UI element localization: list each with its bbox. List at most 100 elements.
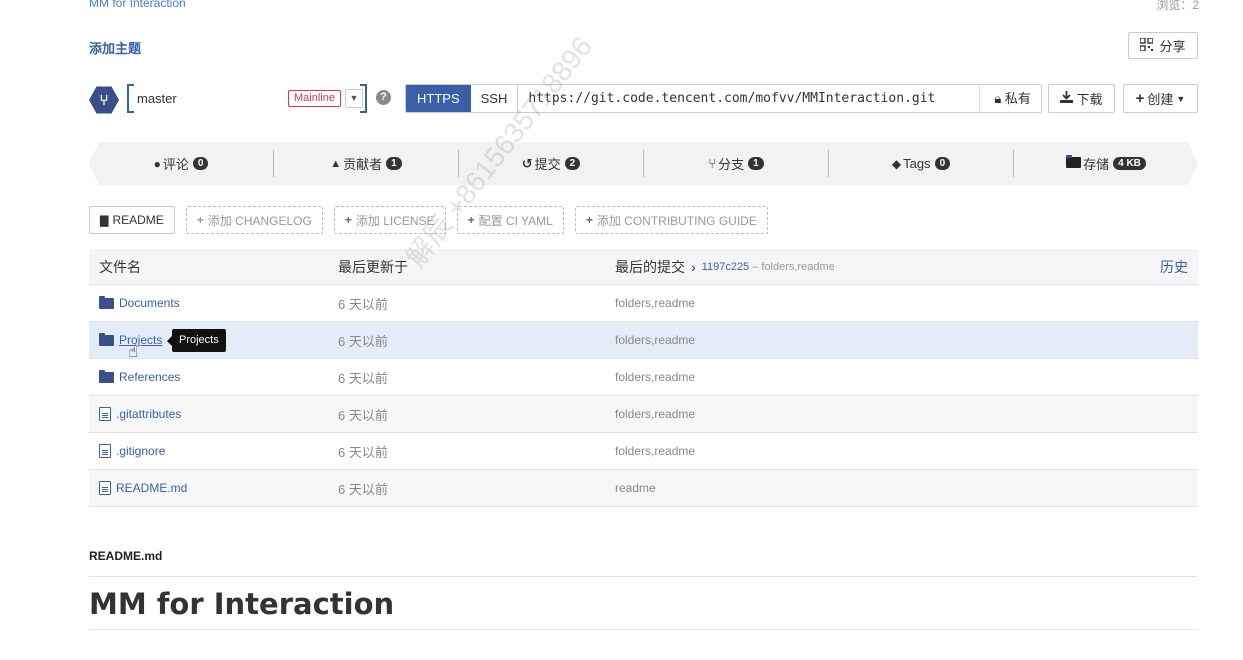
branch-selector[interactable]: master Mainline ▼ [127, 84, 367, 113]
stat-comments[interactable]: ● 评论 0 [89, 150, 274, 177]
config-ci-button[interactable]: + 配置 CI YAML [456, 206, 564, 234]
file-name[interactable]: References [119, 370, 180, 384]
download-icon [1060, 91, 1074, 106]
stat-label: Tags [903, 156, 931, 171]
stat-label: 提交 [534, 157, 561, 172]
last-commit-message: – folders,readme [752, 260, 835, 273]
repo-breadcrumb[interactable]: MM for Interaction [89, 0, 186, 10]
commit-message[interactable]: readme [615, 481, 656, 495]
download-label: 下载 [1076, 92, 1103, 107]
stat-storage[interactable]: 存储 4 KB [1014, 150, 1198, 177]
col-updated-header: 最后更新于 [338, 258, 408, 275]
add-topic-link[interactable]: 添加主题 [89, 38, 141, 57]
clone-url-input[interactable]: https://git.code.tencent.com/mofvv/MMInt… [518, 85, 981, 112]
mainline-badge: Mainline [288, 90, 341, 107]
plus-icon: + [344, 213, 352, 227]
commit-message[interactable]: folders,readme [615, 444, 695, 458]
table-row[interactable]: README.md 6 天以前 readme [89, 470, 1198, 507]
stat-branches[interactable]: ⑂ 分支 1 [644, 150, 829, 177]
caret-down-icon: ▼ [1176, 93, 1186, 104]
updated-time: 6 天以前 [338, 481, 388, 497]
commit-message[interactable]: folders,readme [615, 333, 695, 347]
plus-icon: + [1135, 90, 1145, 107]
folder-icon [1066, 155, 1082, 171]
private-indicator: 🔒︎ 私有 [980, 85, 1041, 112]
folder-icon [99, 295, 114, 309]
commit-message[interactable]: folders,readme [615, 296, 695, 310]
config-ci-label: 配置 CI YAML [478, 213, 553, 228]
updated-time: 6 天以前 [338, 444, 388, 460]
help-icon[interactable]: ? [376, 90, 391, 105]
branch-icon: ⑂ [89, 86, 119, 114]
file-icon [99, 407, 111, 421]
commit-header-label: 最后的提交 [615, 258, 685, 275]
readme-button-label: README [112, 213, 164, 227]
divider [89, 629, 1198, 630]
file-name[interactable]: README.md [116, 481, 187, 495]
tag-icon: ◆ [891, 156, 902, 171]
table-row[interactable]: .gitattributes 6 天以前 folders,readme [89, 396, 1198, 433]
stat-commits[interactable]: ↺ 提交 2 [459, 150, 644, 177]
plus-icon: + [196, 213, 204, 227]
folder-icon [99, 369, 114, 383]
lock-icon: 🔒︎ [994, 91, 1002, 106]
stat-label: 贡献者 [343, 157, 383, 172]
file-name[interactable]: .gitignore [116, 444, 165, 458]
doc-actions: ▇ README + 添加 CHANGELOG + 添加 LICENSE + 配… [89, 206, 768, 234]
tooltip: Projects [167, 329, 226, 352]
commit-message[interactable]: folders,readme [615, 370, 695, 384]
table-header: 文件名 最后更新于 最后的提交 › 1197c225 – folders,rea… [89, 249, 1198, 285]
stat-count: 2 [564, 157, 581, 170]
branch-name: master [137, 91, 177, 106]
file-name[interactable]: Projects [119, 333, 162, 347]
create-label: 创建 [1147, 92, 1174, 107]
user-icon: ▲ [330, 157, 342, 170]
divider [89, 576, 1198, 577]
add-license-button[interactable]: + 添加 LICENSE [333, 206, 446, 234]
clone-url-group: HTTPS SSH https://git.code.tencent.com/m… [405, 84, 1042, 113]
readme-button[interactable]: ▇ README [89, 206, 175, 234]
add-changelog-label: 添加 CHANGELOG [207, 213, 312, 228]
stat-label: 存储 [1083, 157, 1110, 172]
table-row[interactable]: Documents 6 天以前 folders,readme [89, 285, 1198, 322]
chevron-right-icon: › [691, 258, 696, 275]
updated-time: 6 天以前 [338, 333, 388, 349]
file-icon: ▇ [100, 214, 109, 227]
file-table: 文件名 最后更新于 最后的提交 › 1197c225 – folders,rea… [89, 249, 1198, 507]
updated-time: 6 天以前 [338, 407, 388, 423]
share-label: 分享 [1159, 39, 1186, 54]
updated-time: 6 天以前 [338, 370, 388, 386]
last-commit-sha[interactable]: 1197c225 [702, 261, 750, 273]
plus-icon: + [467, 213, 475, 227]
file-name[interactable]: .gitattributes [116, 407, 181, 421]
share-button[interactable]: 分享 [1128, 32, 1198, 59]
updated-time: 6 天以前 [338, 296, 388, 312]
stat-count: 0 [192, 157, 209, 170]
readme-title: MM for Interaction [89, 587, 395, 621]
view-count: 浏览：2 [1156, 0, 1199, 12]
ssh-tab[interactable]: SSH [470, 85, 519, 112]
hand-cursor-icon: ☝ [128, 342, 139, 361]
create-button[interactable]: + 创建 ▼ [1123, 84, 1198, 113]
stat-tags[interactable]: ◆ Tags 0 [829, 150, 1014, 177]
table-row[interactable]: Projects 6 天以前 folders,readme [89, 322, 1198, 359]
commit-message[interactable]: folders,readme [615, 407, 695, 421]
add-license-label: 添加 LICENSE [355, 213, 435, 228]
repo-stats-bar: ● 评论 0 ▲ 贡献者 1 ↺ 提交 2 ⑂ 分支 1 ◆ Tags 0 存储… [89, 142, 1198, 185]
table-row[interactable]: References 6 天以前 folders,readme [89, 359, 1198, 396]
comment-icon: ● [153, 156, 161, 171]
download-button[interactable]: 下载 [1048, 84, 1115, 113]
qrcode-icon [1139, 36, 1155, 54]
table-row[interactable]: .gitignore 6 天以前 folders,readme [89, 433, 1198, 470]
stat-contributors[interactable]: ▲ 贡献者 1 [274, 150, 459, 177]
stat-count: 0 [934, 157, 951, 170]
file-name[interactable]: Documents [119, 296, 180, 310]
folder-icon [99, 332, 114, 346]
https-tab[interactable]: HTTPS [406, 85, 471, 112]
history-icon: ↺ [521, 155, 533, 171]
add-contributing-button[interactable]: + 添加 CONTRIBUTING GUIDE [574, 206, 768, 234]
file-icon [99, 481, 111, 495]
history-link[interactable]: 历史 [1160, 257, 1188, 277]
add-changelog-button[interactable]: + 添加 CHANGELOG [185, 206, 323, 234]
branch-icon: ⑂ [708, 156, 717, 171]
